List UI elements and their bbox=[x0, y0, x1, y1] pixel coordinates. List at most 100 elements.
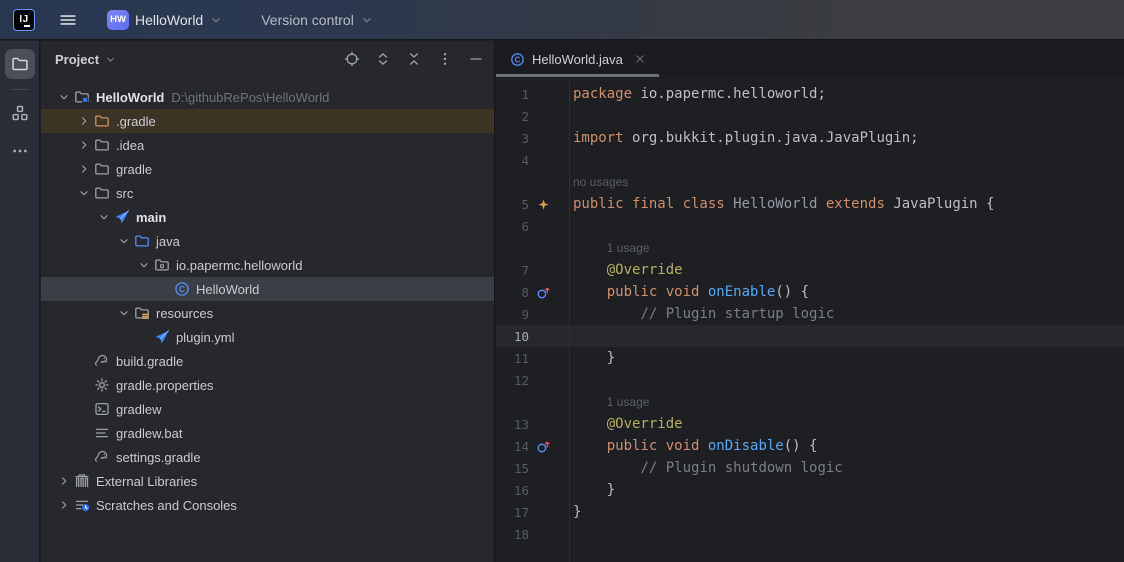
locate-icon[interactable] bbox=[344, 51, 360, 67]
overrides-method-icon[interactable] bbox=[529, 285, 569, 300]
main-menu-button[interactable] bbox=[51, 7, 85, 33]
plugin-entry-icon[interactable] bbox=[529, 197, 569, 212]
tree-item-main[interactable]: main bbox=[41, 205, 494, 229]
code-line-17[interactable]: 17} bbox=[496, 501, 1124, 523]
usage-hint-label[interactable]: 1 usage bbox=[569, 395, 649, 409]
usage-hint-label[interactable]: 1 usage bbox=[569, 241, 649, 255]
usage-inlay-row[interactable]: no usages bbox=[496, 171, 1124, 193]
line-number: 12 bbox=[496, 373, 529, 388]
code-editor[interactable]: 1package io.papermc.helloworld;23import … bbox=[496, 79, 1124, 562]
usage-inlay-row[interactable]: 1 usage bbox=[496, 391, 1124, 413]
tree-item-label: io.papermc.helloworld bbox=[176, 258, 302, 273]
gutter: 9 bbox=[496, 303, 569, 325]
code-line-14[interactable]: 14public void onDisable() { bbox=[496, 435, 1124, 457]
folder-icon bbox=[93, 137, 111, 153]
chevron-down-icon[interactable] bbox=[135, 257, 153, 273]
chevron-right-icon[interactable] bbox=[55, 473, 73, 489]
code-line-13[interactable]: 13@Override bbox=[496, 413, 1124, 435]
chevron-down-icon bbox=[104, 53, 117, 66]
expand-all-icon[interactable] bbox=[375, 51, 391, 67]
structure-icon bbox=[11, 104, 29, 122]
close-icon[interactable] bbox=[633, 52, 647, 66]
tree-item--gradle[interactable]: .gradle bbox=[41, 109, 494, 133]
tree-item-gradle-properties[interactable]: gradle.properties bbox=[41, 373, 494, 397]
code-line-7[interactable]: 7@Override bbox=[496, 259, 1124, 281]
line-number: 11 bbox=[496, 351, 529, 366]
code-line-10[interactable]: 10 bbox=[496, 325, 1124, 347]
tree-item-gradle[interactable]: gradle bbox=[41, 157, 494, 181]
project-tool-button[interactable] bbox=[5, 49, 35, 79]
code-line-15[interactable]: 15// Plugin shutdown logic bbox=[496, 457, 1124, 479]
tree-item-build-gradle[interactable]: build.gradle bbox=[41, 349, 494, 373]
project-widget-button[interactable]: HW HelloWorld bbox=[99, 6, 231, 34]
tree-item-external-libraries[interactable]: External Libraries bbox=[41, 469, 494, 493]
gutter bbox=[496, 171, 569, 193]
tree-indent-spacer bbox=[155, 281, 173, 297]
tree-item-src[interactable]: src bbox=[41, 181, 494, 205]
chevron-right-icon[interactable] bbox=[55, 497, 73, 513]
chevron-down-icon[interactable] bbox=[75, 185, 93, 201]
more-vertical-icon[interactable] bbox=[437, 51, 453, 67]
gutter: 7 bbox=[496, 259, 569, 281]
tree-item-resources[interactable]: resources bbox=[41, 301, 494, 325]
gutter bbox=[496, 391, 569, 413]
chevron-down-icon[interactable] bbox=[95, 209, 113, 225]
usage-inlay-row[interactable]: 1 usage bbox=[496, 237, 1124, 259]
tree-indent-spacer bbox=[75, 449, 93, 465]
toolbar-divider bbox=[10, 89, 30, 90]
collapse-all-icon[interactable] bbox=[406, 51, 422, 67]
project-path-label: D:\githubRePos\HelloWorld bbox=[171, 90, 329, 105]
code-line-4[interactable]: 4 bbox=[496, 149, 1124, 171]
class-icon: C bbox=[173, 281, 191, 297]
tree-item-java[interactable]: java bbox=[41, 229, 494, 253]
tree-item-label: HelloWorld bbox=[96, 90, 164, 105]
chevron-down-icon[interactable] bbox=[115, 305, 133, 321]
gutter: 12 bbox=[496, 369, 569, 391]
structure-tool-button[interactable] bbox=[5, 98, 35, 128]
code-line-8[interactable]: 8public void onEnable() { bbox=[496, 281, 1124, 303]
code-line-1[interactable]: 1package io.papermc.helloworld; bbox=[496, 83, 1124, 105]
tree-item-io-papermc-helloworld[interactable]: io.papermc.helloworld bbox=[41, 253, 494, 277]
chevron-down-icon bbox=[360, 13, 374, 27]
chevron-right-icon[interactable] bbox=[75, 113, 93, 129]
chevron-down-icon[interactable] bbox=[115, 233, 133, 249]
editor-tab-helloworld-java[interactable]: C HelloWorld.java bbox=[496, 41, 659, 77]
code-line-3[interactable]: 3import org.bukkit.plugin.java.JavaPlugi… bbox=[496, 127, 1124, 149]
package-icon bbox=[153, 257, 171, 273]
chevron-right-icon[interactable] bbox=[75, 161, 93, 177]
code-line-12[interactable]: 12 bbox=[496, 369, 1124, 391]
overrides-method-icon[interactable] bbox=[529, 439, 569, 454]
folder-blue-icon bbox=[133, 233, 151, 249]
folder-orange-icon bbox=[93, 113, 111, 129]
code-line-16[interactable]: 16} bbox=[496, 479, 1124, 501]
tree-item-gradlew[interactable]: gradlew bbox=[41, 397, 494, 421]
usage-hint-label[interactable]: no usages bbox=[569, 175, 628, 189]
class-icon: C bbox=[510, 52, 525, 67]
paper-plane-icon bbox=[153, 329, 171, 345]
code-lines: 1package io.papermc.helloworld;23import … bbox=[496, 79, 1124, 545]
code-line-5[interactable]: 5public final class HelloWorld extends J… bbox=[496, 193, 1124, 215]
tree-item-helloworld[interactable]: HelloWorld D:\githubRePos\HelloWorld bbox=[41, 85, 494, 109]
hide-panel-icon[interactable] bbox=[468, 51, 484, 67]
text-file-icon bbox=[93, 425, 111, 441]
version-control-widget-button[interactable]: Version control bbox=[253, 8, 382, 32]
editor-tab-bar: C HelloWorld.java bbox=[496, 41, 1124, 78]
code-line-6[interactable]: 6 bbox=[496, 215, 1124, 237]
chevron-down-icon[interactable] bbox=[55, 89, 73, 105]
chevron-right-icon[interactable] bbox=[75, 137, 93, 153]
tree-item-plugin-yml[interactable]: plugin.yml bbox=[41, 325, 494, 349]
code-line-9[interactable]: 9// Plugin startup logic bbox=[496, 303, 1124, 325]
tree-item-settings-gradle[interactable]: settings.gradle bbox=[41, 445, 494, 469]
code-line-11[interactable]: 11} bbox=[496, 347, 1124, 369]
more-tool-windows-button[interactable] bbox=[5, 136, 35, 166]
gutter: 16 bbox=[496, 479, 569, 501]
code-line-18[interactable]: 18 bbox=[496, 523, 1124, 545]
tree-item-scratches-and-consoles[interactable]: Scratches and Consoles bbox=[41, 493, 494, 517]
tree-item--idea[interactable]: .idea bbox=[41, 133, 494, 157]
line-number: 9 bbox=[496, 307, 529, 322]
tree-item-helloworld[interactable]: CHelloWorld bbox=[41, 277, 494, 301]
editor-area: C HelloWorld.java 1package io.papermc.he… bbox=[496, 41, 1124, 562]
code-line-2[interactable]: 2 bbox=[496, 105, 1124, 127]
project-view-selector[interactable]: Project bbox=[55, 52, 117, 67]
tree-item-gradlew-bat[interactable]: gradlew.bat bbox=[41, 421, 494, 445]
